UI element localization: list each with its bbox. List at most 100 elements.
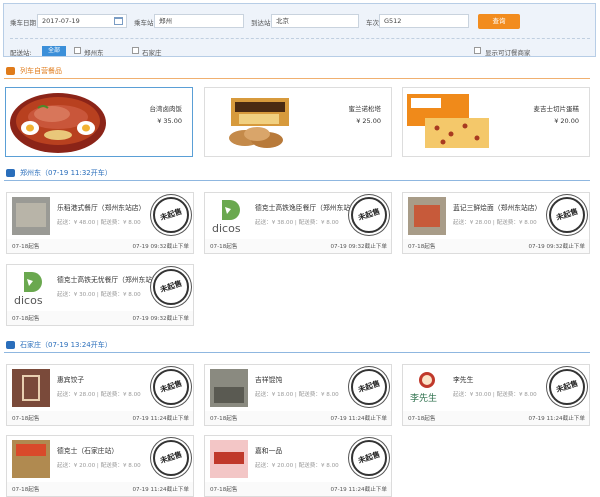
date-label: 乘车日期 [10,19,36,27]
train-icon [6,341,15,349]
restaurant-meta: 起送：¥ 18.00 | 配送费：¥ 8.00 [255,392,339,398]
food-price: ¥ 20.00 [554,117,579,125]
station-checkbox-zhengzhoudong[interactable] [74,47,81,54]
sale-start: 07-18起售 [12,244,40,250]
section-zhengzhoudong: 郑州东（07-19 11:32开车） [4,167,595,179]
order-deadline: 07-19 09:32截止下单 [132,244,189,250]
food-name: 麦吉士切片蛋糕 [533,105,580,113]
restaurant-thumbnail [210,369,248,407]
food-name: 台湾卤肉饭 [149,105,183,113]
sale-start: 07-18起售 [408,416,436,422]
order-deadline: 07-19 11:24截止下单 [528,416,585,422]
show-available-checkbox[interactable] [474,47,481,54]
not-on-sale-stamp: 未起售 [351,197,387,233]
train-input[interactable]: G512 [379,14,469,28]
query-button[interactable]: 查询 [478,14,520,29]
li-xiansheng-logo: 李先生 [408,369,446,407]
dicos-logo: dicos [210,197,248,235]
restaurant-meta: 起送：¥ 20.00 | 配送费：¥ 8.00 [255,463,339,469]
arrive-station-label: 到达站 [251,19,271,27]
sliced-cake-image [407,94,489,148]
train-label: 车次 [366,19,379,27]
delivery-label: 配送站: [10,49,32,57]
restaurant-card[interactable]: dicos 德克士高铁逸臣餐厅（郑州东站） 起送：¥ 38.00 | 配送费：¥… [204,192,392,254]
section-divider [4,352,590,353]
order-deadline: 07-19 09:32截止下单 [528,244,585,250]
restaurant-thumbnail [12,197,50,235]
order-deadline: 07-19 09:32截止下单 [132,316,189,322]
restaurant-card[interactable]: 蓝记三鲜烩面（郑州东站店） 起送：¥ 28.00 | 配送费：¥ 8.00 未起… [402,192,590,254]
logo-text: dicos [212,222,241,235]
stamp-text: 未起售 [158,449,184,466]
search-panel: 乘车日期 2017-07-19 乘车站 郑州 到达站 北京 车次 G512 查询… [3,3,596,57]
restaurant-meta: 起送：¥ 38.00 | 配送费：¥ 8.00 [255,220,339,226]
order-deadline: 07-19 11:24截止下单 [330,487,387,493]
restaurant-meta: 起送：¥ 28.00 | 配送费：¥ 8.00 [57,392,141,398]
restaurant-thumbnail [12,369,50,407]
restaurant-card[interactable]: 李先生 李先生 起送：¥ 30.00 | 配送费：¥ 8.00 未起售 07-1… [402,364,590,426]
not-on-sale-stamp: 未起售 [153,440,189,476]
restaurant-card[interactable]: 德克士（石家庄站） 起送：¥ 20.00 | 配送费：¥ 8.00 未起售 07… [6,435,194,497]
section-divider [4,78,590,79]
section-divider [4,180,590,181]
dicos-logo: dicos [12,269,50,307]
restaurant-name: 乐稻港式餐厅（郑州东站店） [57,204,146,212]
not-on-sale-stamp: 未起售 [351,440,387,476]
stamp-text: 未起售 [356,449,382,466]
section-shijiazhuang: 石家庄（07-19 13:24开车） [4,339,595,351]
restaurant-card[interactable]: 嘉和一品 起送：¥ 20.00 | 配送费：¥ 8.00 未起售 07-18起售… [204,435,392,497]
show-available-label: 显示可订餐商家 [485,49,531,57]
sale-start: 07-18起售 [210,416,238,422]
stamp-text: 未起售 [554,378,580,395]
sale-start: 07-18起售 [210,244,238,250]
restaurant-meta: 起送：¥ 20.00 | 配送费：¥ 8.00 [57,463,141,469]
restaurant-name: 德克士（石家庄站） [57,447,119,455]
cart-icon [6,67,15,75]
food-card[interactable]: 蜜兰诺松塔 ¥ 25.00 [204,87,392,157]
arrive-station-input[interactable]: 北京 [271,14,359,28]
restaurant-card[interactable]: dicos 德克士高铁无忧餐厅（郑州东站） 起送：¥ 30.00 | 配送费：¥… [6,264,194,326]
sale-start: 07-18起售 [408,244,436,250]
restaurant-meta: 起送：¥ 30.00 | 配送费：¥ 8.00 [57,292,141,298]
restaurant-name: 惠宾饺子 [57,376,85,384]
order-deadline: 07-19 09:32截止下单 [330,244,387,250]
section-title: 列车自营餐品 [20,67,62,75]
not-on-sale-stamp: 未起售 [153,269,189,305]
calendar-icon[interactable] [114,17,123,25]
divider [10,38,590,39]
all-stations-button[interactable]: 全部 [42,46,66,56]
restaurant-thumbnail [210,440,248,478]
board-station-input[interactable]: 郑州 [154,14,244,28]
station-checkbox-shijiazhuang[interactable] [132,47,139,54]
restaurant-name: 德克士高铁无忧餐厅（郑州东站） [57,276,159,284]
restaurant-meta: 起送：¥ 48.00 | 配送费：¥ 8.00 [57,220,141,226]
stamp-text: 未起售 [158,378,184,395]
restaurant-name: 蓝记三鲜烩面（郑州东站店） [453,204,542,212]
order-deadline: 07-19 11:24截止下单 [330,416,387,422]
restaurant-meta: 起送：¥ 30.00 | 配送费：¥ 8.00 [453,392,537,398]
restaurant-name: 德克士高铁逸臣餐厅（郑州东站） [255,204,357,212]
restaurant-card[interactable]: 吉祥馄饨 起送：¥ 18.00 | 配送费：¥ 8.00 未起售 07-18起售… [204,364,392,426]
not-on-sale-stamp: 未起售 [549,197,585,233]
food-price: ¥ 35.00 [157,117,182,125]
restaurant-card[interactable]: 惠宾饺子 起送：¥ 28.00 | 配送费：¥ 8.00 未起售 07-18起售… [6,364,194,426]
section-title: 郑州东（07-19 11:32开车） [20,169,112,177]
stamp-text: 未起售 [356,378,382,395]
restaurant-thumbnail [408,197,446,235]
pine-cone-biscuit-image [229,98,289,148]
board-station-label: 乘车站 [134,19,154,27]
sale-start: 07-18起售 [210,487,238,493]
order-deadline: 07-19 11:24截止下单 [132,416,189,422]
restaurant-meta: 起送：¥ 28.00 | 配送费：¥ 8.00 [453,220,537,226]
not-on-sale-stamp: 未起售 [549,369,585,405]
not-on-sale-stamp: 未起售 [351,369,387,405]
station-option-label: 石家庄 [142,49,162,57]
section-title: 石家庄（07-19 13:24开车） [20,341,112,349]
food-card[interactable]: 麦吉士切片蛋糕 ¥ 20.00 [402,87,590,157]
restaurant-card[interactable]: 乐稻港式餐厅（郑州东站店） 起送：¥ 48.00 | 配送费：¥ 8.00 未起… [6,192,194,254]
food-card[interactable]: 台湾卤肉饭 ¥ 35.00 [5,87,193,157]
logo-text: dicos [14,294,43,307]
food-price: ¥ 25.00 [356,117,381,125]
train-icon [6,169,15,177]
date-input[interactable]: 2017-07-19 [37,14,127,28]
